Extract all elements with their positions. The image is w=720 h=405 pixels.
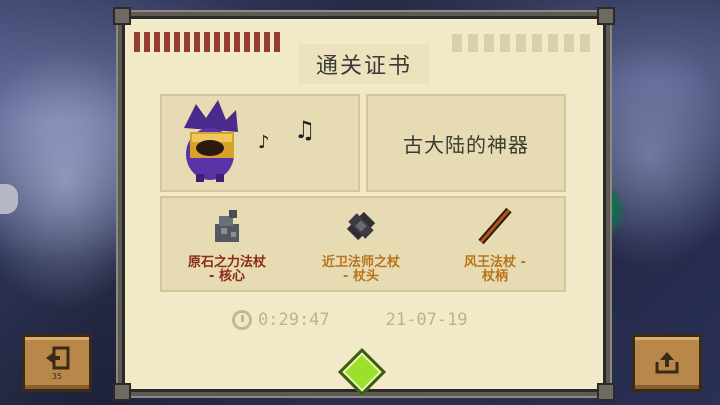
frame-corner	[113, 7, 131, 25]
level-name: 古大陆的神器	[403, 132, 529, 157]
character-panel: ♪ ♫	[160, 94, 360, 192]
certificate-title-wrap: 通关证书	[122, 44, 606, 84]
exit-door-icon	[46, 346, 70, 369]
wizard-character-icon: ♪ ♫	[184, 100, 316, 182]
share-button[interactable]	[632, 334, 702, 392]
run-stats: 0:29:47 21-07-19	[232, 308, 512, 332]
gem-icon	[337, 347, 387, 397]
wind-king-staff-handle-icon	[478, 207, 512, 245]
music-note-icon: ♫	[294, 116, 316, 144]
level-panel: 古大陆的神器	[366, 94, 566, 192]
frame-corner	[597, 7, 615, 25]
side-menu-icon[interactable]	[0, 184, 18, 214]
exit-countdown: 35	[51, 371, 63, 381]
weapon-item: 风王法杖 - 杖柄	[430, 206, 560, 284]
clear-date: 21-07-19	[385, 310, 468, 330]
frame-corner	[113, 383, 131, 401]
weapons-panel: 原石之力法杖 - 核心 近卫法师之杖 - 杖头 风王法杖 - 杖柄	[160, 196, 566, 292]
music-note-icon: ♪	[258, 132, 270, 153]
clear-certificate: 通关证书 ♪ ♫ 古大陆的神器 原石之力法杖 - 核心 近卫法师之杖 - 杖头 …	[113, 7, 615, 401]
weapon-name: 近卫法师之杖 - 杖头	[321, 255, 400, 284]
clock-icon	[232, 310, 252, 330]
frame-corner	[597, 383, 615, 401]
guard-staff-head-icon	[346, 211, 376, 241]
weapon-name: 原石之力法杖 - 核心	[187, 255, 266, 284]
share-icon	[655, 352, 679, 374]
clear-time: 0:29:47	[258, 310, 330, 330]
certificate-title: 通关证书	[297, 44, 430, 84]
weapon-item: 近卫法师之杖 - 杖头	[296, 206, 426, 284]
weapon-item: 原石之力法杖 - 核心	[162, 206, 292, 284]
stone-staff-core-icon	[215, 210, 239, 242]
exit-button[interactable]: 35	[22, 334, 92, 392]
weapon-name: 风王法杖 - 杖柄	[464, 255, 526, 284]
